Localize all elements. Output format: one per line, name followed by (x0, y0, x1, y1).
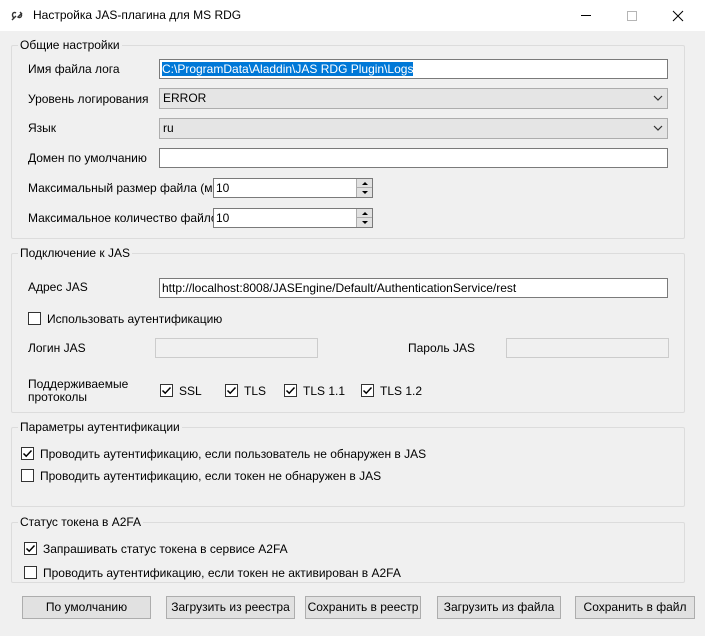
max-files-stepper[interactable]: 10 (213, 208, 373, 228)
auth-token-not-found-label: Проводить аутентификацию, если токен не … (40, 469, 382, 483)
max-file-size-label: Максимальный размер файла (мб) (28, 181, 224, 195)
title-bar: Настройка JAS-плагина для MS RDG (0, 0, 705, 31)
default-domain-input[interactable] (159, 148, 668, 168)
chevron-down-icon (653, 125, 663, 131)
use-auth-label: Использовать аутентификацию (47, 312, 223, 326)
checkmark-icon (161, 386, 172, 395)
default-domain-label: Домен по умолчанию (28, 151, 147, 165)
maximize-button[interactable] (609, 0, 655, 31)
auth-token-not-activated-checkbox[interactable] (24, 566, 37, 579)
max-files-label: Максимальное количество файлов (28, 211, 224, 225)
load-from-file-button[interactable]: Загрузить из файла (437, 596, 561, 619)
spin-up-button[interactable] (357, 179, 372, 188)
load-from-registry-button[interactable]: Загрузить из реестра (166, 596, 295, 619)
request-token-status-label: Запрашивать статус токена в сервисе A2FA (43, 542, 288, 556)
arrow-up-icon (361, 211, 368, 215)
log-level-value: ERROR (163, 91, 207, 105)
jas-login-input[interactable] (155, 338, 318, 358)
general-settings-legend: Общие настройки (18, 38, 122, 52)
spin-up-button[interactable] (357, 209, 372, 218)
protocol-tls12-checkbox[interactable] (361, 384, 374, 397)
close-icon (672, 10, 684, 21)
save-to-file-button[interactable]: Сохранить в файл (575, 596, 695, 619)
jas-address-input[interactable]: http://localhost:8008/JASEngine/Default/… (159, 278, 668, 298)
jas-password-label: Пароль JAS (408, 341, 475, 355)
jas-address-label: Адрес JAS (28, 280, 88, 294)
app-icon (11, 11, 23, 21)
auth-token-not-found-checkbox[interactable] (21, 469, 34, 482)
auth-token-not-activated-label: Проводить аутентификацию, если токен не … (43, 566, 401, 580)
protocol-ssl-label: SSL (179, 384, 202, 398)
max-file-size-value: 10 (216, 181, 230, 195)
protocol-ssl-checkbox[interactable] (160, 384, 173, 397)
max-file-size-stepper[interactable]: 10 (213, 178, 373, 198)
window-title: Настройка JAS-плагина для MS RDG (33, 8, 242, 22)
jas-password-input[interactable] (506, 338, 669, 358)
jas-connection-legend: Подключение к JAS (18, 246, 133, 260)
protocol-tls12-label: TLS 1.2 (380, 384, 423, 398)
request-token-status-checkbox[interactable] (24, 542, 37, 555)
language-label: Язык (28, 121, 57, 135)
protocols-label-line2: протоколы (28, 390, 88, 404)
protocols-label-line1: Поддерживаемые (28, 377, 129, 391)
defaults-button[interactable]: По умолчанию (22, 596, 151, 619)
chevron-down-icon (653, 95, 663, 101)
auth-params-legend: Параметры аутентификации (18, 420, 182, 434)
minimize-icon (581, 15, 591, 16)
language-value: ru (163, 121, 174, 135)
log-level-label: Уровень логирования (28, 92, 149, 106)
maximize-icon (627, 10, 637, 21)
max-file-size-spin-buttons (356, 179, 372, 197)
checkmark-icon (226, 386, 237, 395)
auth-params-group: Параметры аутентификации (11, 420, 685, 507)
spin-down-button[interactable] (357, 218, 372, 227)
checkmark-icon (285, 386, 296, 395)
close-button[interactable] (655, 0, 701, 31)
token-status-legend: Статус токена в A2FA (18, 515, 144, 529)
spin-down-button[interactable] (357, 188, 372, 197)
protocol-tls11-checkbox[interactable] (284, 384, 297, 397)
protocol-tls-label: TLS (244, 384, 267, 398)
protocol-tls-checkbox[interactable] (225, 384, 238, 397)
log-level-select[interactable]: ERROR (159, 88, 668, 109)
minimize-button[interactable] (563, 0, 609, 31)
log-file-input[interactable]: C:\ProgramData\Aladdin\JAS RDG Plugin\Lo… (159, 59, 668, 79)
arrow-up-icon (361, 181, 368, 185)
checkmark-icon (362, 386, 373, 395)
language-select[interactable]: ru (159, 118, 668, 139)
log-file-value: C:\ProgramData\Aladdin\JAS RDG Plugin\Lo… (162, 62, 414, 76)
use-auth-checkbox[interactable] (28, 312, 41, 325)
checkmark-icon (25, 544, 36, 553)
arrow-down-icon (361, 221, 368, 224)
save-to-registry-button[interactable]: Сохранить в реестр (305, 596, 421, 619)
protocol-tls11-label: TLS 1.1 (303, 384, 346, 398)
checkmark-icon (22, 449, 33, 458)
auth-user-not-found-checkbox[interactable] (21, 447, 34, 460)
max-files-spin-buttons (356, 209, 372, 227)
jas-login-label: Логин JAS (28, 341, 86, 355)
arrow-down-icon (361, 191, 368, 194)
auth-user-not-found-label: Проводить аутентификацию, если пользоват… (40, 447, 427, 461)
log-file-label: Имя файла лога (28, 62, 120, 76)
max-files-value: 10 (216, 211, 230, 225)
